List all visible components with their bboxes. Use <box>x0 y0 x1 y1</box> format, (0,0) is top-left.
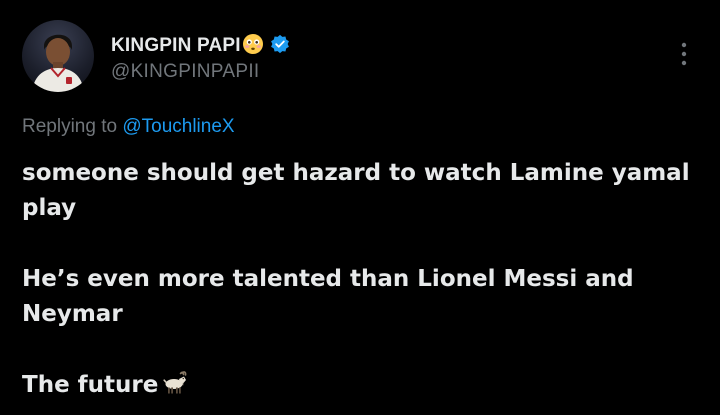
verified-badge-icon <box>270 34 290 59</box>
tweet-text: someone should get hazard to watch Lamin… <box>22 156 702 407</box>
handle[interactable]: @KINGPINPAPII <box>111 61 290 83</box>
goat-icon <box>162 370 188 407</box>
avatar-image <box>32 34 84 92</box>
display-name[interactable]: KINGPIN PAPI <box>111 35 241 57</box>
tweet-card: KINGPIN PAPI @KINGPINPAPII Replying to @… <box>0 0 720 415</box>
tweet-paragraph: someone should get hazard to watch Lamin… <box>22 160 690 221</box>
tweet-paragraph-text: The future <box>22 372 159 398</box>
reply-mention-link[interactable]: @TouchlineX <box>122 116 234 137</box>
tweet-paragraph-last: The future <box>22 368 702 407</box>
more-options-icon[interactable] <box>672 40 696 68</box>
tweet-header: KINGPIN PAPI @KINGPINPAPII <box>111 33 290 83</box>
flushed-face-icon <box>242 33 264 60</box>
avatar[interactable] <box>22 20 94 92</box>
replying-to: Replying to @TouchlineX <box>22 116 235 138</box>
name-row: KINGPIN PAPI <box>111 33 290 59</box>
tweet-paragraph: He’s even more talented than Lionel Mess… <box>22 266 634 327</box>
replying-prefix: Replying to <box>22 116 118 137</box>
